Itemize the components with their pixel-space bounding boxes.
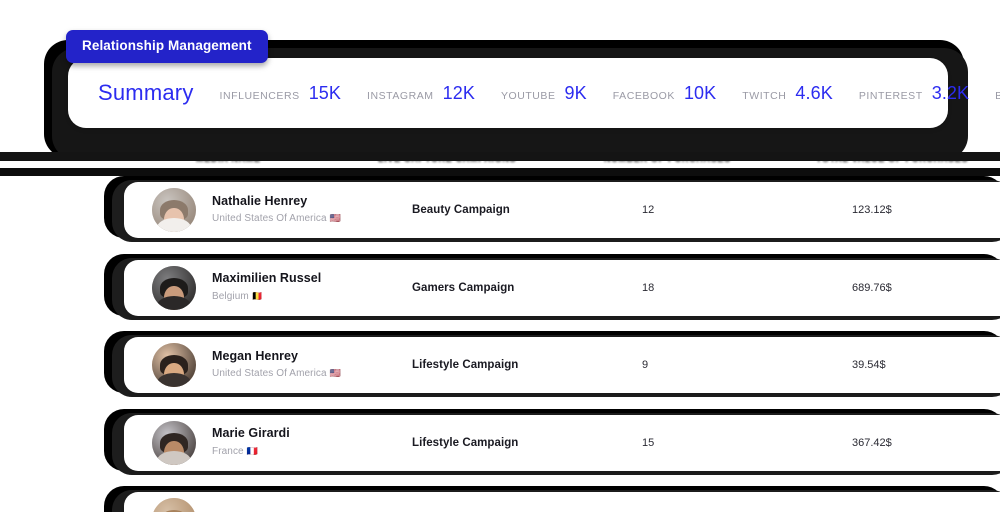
avatar [152, 343, 196, 387]
metric-label: BLOG [995, 89, 1000, 102]
metric-value: 4.6K [795, 82, 833, 103]
country-flag-icon: 🇺🇸 [329, 368, 341, 379]
metric-label: YOUTUBE [500, 89, 556, 102]
summary-metric-instagram: INSTAGRAM 12K [367, 83, 475, 104]
metric-value: 3.2K [931, 82, 970, 103]
summary-metric-blog: BLOG4K [995, 83, 1000, 104]
purchases-count-cell: 15 [642, 436, 655, 449]
person-country: Belgium 🇧🇪 [212, 290, 412, 304]
purchases-value-cell: 39.54$ [852, 359, 886, 371]
metric-value: 10K [683, 82, 717, 103]
metric-label: FACEBOOK [612, 89, 675, 102]
country-flag-icon: 🇧🇪 [251, 290, 264, 301]
country-flag-icon: 🇫🇷 [246, 445, 258, 456]
table-row[interactable]: Maximilien Russel Belgium 🇧🇪 Gamers Campaig… [124, 259, 1000, 316]
summary-metric-youtube: YOUTUBE 9K [501, 83, 587, 104]
campaign-cell: Lifestyle Campaign [412, 359, 519, 371]
relationship-management-badge[interactable]: Relationship Management [66, 30, 268, 63]
summary-card: Summary INFLUENCERS 15K INSTAGRAM 12K YOUTUB… [68, 58, 1000, 128]
summary-metrics: INFLUENCERS 15K INSTAGRAM 12K YOUTUBE 9K FACEB… [220, 83, 1000, 104]
avatar [152, 420, 196, 465]
country-label: United States Of America [212, 213, 327, 225]
person-country: United States Of America 🇺🇸 [212, 212, 412, 226]
metric-label: TWITCH [742, 89, 787, 102]
person-name: Marie Girardi [212, 426, 290, 441]
summary-title: Summary [98, 80, 194, 105]
campaign-cell: Beauty Campaign [412, 204, 510, 216]
metric-value: 12K [442, 82, 475, 103]
country-label: France [212, 445, 244, 457]
metric-label: INSTAGRAM [367, 89, 434, 102]
table-row[interactable]: Nathalie Henrey United States Of America 🇺… [124, 182, 1000, 238]
country-flag-icon: 🇺🇸 [329, 213, 341, 224]
media-name-cell: Megan Henrey United States Of America 🇺🇸 [212, 349, 412, 382]
table-row[interactable]: Megan Henrey United States Of America 🇺🇸 Li… [124, 337, 1000, 393]
campaign-cell: Gamers Campaign [412, 281, 515, 294]
person-name: Nathalie Henrey [212, 193, 308, 208]
purchases-count-cell: 18 [642, 281, 655, 294]
purchases-value-cell: 123.12$ [852, 204, 892, 216]
metric-label: PINTEREST [858, 89, 923, 102]
header-occluder-bottom [0, 168, 1000, 176]
metric-value: 15K [308, 82, 342, 103]
purchases-count-cell: 12 [642, 204, 655, 216]
avatar [152, 188, 196, 232]
avatar [152, 265, 196, 310]
table-row[interactable]: Selina Giraud [124, 492, 1000, 512]
metric-value: 9K [564, 82, 587, 103]
person-name: Maximilien Russel [212, 271, 322, 286]
summary-metric-facebook: FACEBOOK 10K [613, 83, 717, 104]
dashboard-stage: Relationship Management Summary INFLUENC… [0, 0, 1000, 512]
campaign-cell: Lifestyle Campaign [412, 436, 519, 449]
header-occluder-top [0, 152, 1000, 161]
person-country: France 🇫🇷 [212, 445, 412, 459]
country-label: Belgium [212, 290, 249, 302]
media-name-cell: Marie Girardi France 🇫🇷 [212, 426, 412, 459]
summary-metric-twitch: TWITCH 4.6K [742, 83, 833, 104]
purchases-value-cell: 367.42$ [852, 436, 892, 449]
badge-label: Relationship Management [82, 38, 252, 53]
purchases-value-cell: 689.76$ [852, 281, 892, 294]
media-name-cell: Nathalie Henrey United States Of America 🇺… [212, 194, 412, 227]
person-name: Megan Henrey [212, 348, 299, 363]
media-name-cell: Maximilien Russel Belgium 🇧🇪 [212, 271, 412, 304]
summary-metric-pinterest: PINTEREST 3.2K [859, 83, 969, 104]
summary-metric-influencers: INFLUENCERS 15K [220, 83, 341, 104]
table-row[interactable]: Marie Girardi France 🇫🇷 Lifestyle Campaign 1… [124, 414, 1000, 471]
person-country: United States Of America 🇺🇸 [212, 367, 412, 381]
country-label: United States Of America [212, 368, 327, 380]
purchases-count-cell: 9 [642, 359, 649, 371]
metric-label: INFLUENCERS [219, 89, 300, 102]
avatar [152, 498, 196, 512]
